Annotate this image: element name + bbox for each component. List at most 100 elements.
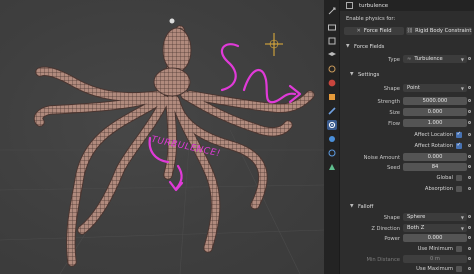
keyframe-dot-icon[interactable] [468, 99, 471, 102]
noise-amount-label: Noise Amount [363, 155, 400, 161]
scene-tab[interactable] [327, 64, 337, 74]
chevron-down-icon: ▼ [460, 85, 464, 91]
chevron-down-icon: ▼ [350, 204, 354, 209]
use-maximum-checkbox[interactable] [456, 266, 462, 272]
properties-tab-strip [324, 0, 340, 274]
use-minimum-label: Use Minimum [417, 246, 453, 252]
world-tab[interactable] [327, 78, 337, 88]
object-tab[interactable] [327, 92, 337, 102]
size-field[interactable]: 0.000 [403, 108, 467, 116]
noise-amount-field[interactable]: 0.000 [403, 153, 467, 161]
strength-field[interactable]: 5000.000 [403, 97, 467, 105]
physics-tab[interactable] [327, 120, 337, 130]
keyframe-dot-icon[interactable] [468, 86, 471, 89]
min-distance-label: Min Distance [366, 257, 400, 263]
keyframe-dot-icon[interactable] [468, 57, 471, 60]
render-tab-icon [328, 24, 336, 31]
type-dropdown[interactable]: ≈ Turbulence ▼ [403, 55, 467, 63]
power-label: Power [384, 236, 400, 242]
modifiers-tab-icon [328, 107, 336, 115]
use-minimum-checkbox[interactable] [456, 246, 462, 252]
keyframe-dot-icon[interactable] [468, 121, 471, 124]
seed-label: Seed [387, 165, 400, 171]
size-label: Size [389, 110, 400, 116]
flow-field[interactable]: 1.000 [403, 119, 467, 127]
min-distance-field[interactable]: 0 m [403, 255, 467, 263]
viewport-canvas: TURBULENCE! [0, 18, 324, 274]
view-layer-tab-icon [328, 52, 336, 56]
physics-tab-icon [328, 121, 336, 129]
falloff-panel-header[interactable]: ▼ Falloff [344, 202, 474, 211]
shape-label: Shape [383, 86, 400, 92]
object-name: turbulence [359, 2, 389, 9]
z-direction-dropdown[interactable]: Both Z ▼ [403, 224, 467, 232]
close-icon: ✕ [356, 28, 361, 34]
settings-title: Settings [358, 71, 380, 78]
affect-location-checkbox[interactable] [456, 131, 462, 138]
shape-value: Point [407, 85, 420, 91]
keyframe-dot-icon[interactable] [468, 257, 471, 260]
shape-dropdown[interactable]: Point ▼ [403, 84, 467, 92]
type-label: Type [388, 57, 400, 63]
affect-rotation-checkbox[interactable] [456, 142, 462, 149]
flow-label: Flow [388, 121, 400, 127]
view-layer-tab[interactable] [327, 50, 337, 60]
type-value: Turbulence [414, 56, 443, 62]
object-origin-icon [169, 18, 175, 24]
3d-viewport[interactable]: TURBULENCE! [0, 0, 324, 274]
tool-tab-icon [328, 7, 336, 15]
constraints-tab[interactable] [327, 148, 337, 158]
output-tab[interactable] [327, 36, 337, 46]
chevron-down-icon: ▼ [460, 225, 464, 231]
z-direction-value: Both Z [407, 225, 425, 231]
z-direction-label: Z Direction [371, 226, 400, 232]
settings-panel-header[interactable]: ▼ Settings [344, 70, 474, 79]
use-maximum-label: Use Maximum [416, 266, 453, 272]
seed-field[interactable]: 84 [403, 163, 467, 171]
keyframe-dot-icon[interactable] [468, 110, 471, 113]
keyframe-dot-icon[interactable] [468, 144, 471, 147]
power-field[interactable]: 0.000 [403, 234, 467, 242]
keyframe-dot-icon[interactable] [468, 247, 471, 250]
force-fields-title: Force Fields [354, 43, 385, 50]
absorption-checkbox[interactable] [456, 186, 462, 192]
world-tab-icon [328, 79, 336, 87]
modifiers-tab[interactable] [327, 106, 337, 116]
keyframe-dot-icon[interactable] [468, 267, 471, 270]
force-fields-panel-header[interactable]: ▼ Force Fields [340, 42, 474, 51]
properties-editor: turbulence Enable physics for: ✕ Force F… [340, 0, 474, 274]
falloff-title: Falloff [358, 203, 374, 210]
render-tab[interactable] [327, 22, 337, 32]
keyframe-dot-icon[interactable] [468, 236, 471, 239]
affect-location-label: Affect Location [414, 132, 453, 138]
keyframe-dot-icon[interactable] [468, 215, 471, 218]
object-tab-icon [329, 94, 335, 100]
global-label: Global [436, 175, 453, 181]
keyframe-dot-icon[interactable] [468, 226, 471, 229]
global-checkbox[interactable] [456, 175, 462, 181]
affect-rotation-label: Affect Rotation [414, 143, 453, 149]
keyframe-dot-icon[interactable] [468, 176, 471, 179]
3d-cursor-icon [265, 33, 283, 56]
particles-tab-icon [329, 136, 335, 142]
keyframe-dot-icon[interactable] [468, 155, 471, 158]
force-field-button-label: Force Field [363, 28, 392, 34]
scene-tab-icon [328, 65, 336, 73]
mesh-object-icon [346, 2, 353, 9]
properties-header: turbulence [340, 0, 474, 11]
tool-tab[interactable] [327, 6, 337, 16]
keyframe-dot-icon[interactable] [468, 187, 471, 190]
falloff-shape-dropdown[interactable]: Sphere ▼ [403, 213, 467, 221]
rigid-body-constraint-label: Rigid Body Constraint [415, 28, 472, 34]
data-tab[interactable] [327, 162, 337, 172]
particles-tab[interactable] [327, 134, 337, 144]
falloff-shape-value: Sphere [407, 214, 426, 220]
force-field-button[interactable]: ✕ Force Field [344, 27, 404, 35]
keyframe-dot-icon[interactable] [468, 133, 471, 136]
rigid-body-constraint-button[interactable]: ⛓ Rigid Body Constraint [406, 27, 472, 35]
enable-physics-label: Enable physics for: [346, 16, 396, 22]
keyframe-dot-icon[interactable] [468, 165, 471, 168]
chevron-down-icon: ▼ [346, 44, 350, 49]
falloff-shape-label: Shape [383, 215, 400, 221]
link-icon: ⛓ [406, 28, 414, 34]
